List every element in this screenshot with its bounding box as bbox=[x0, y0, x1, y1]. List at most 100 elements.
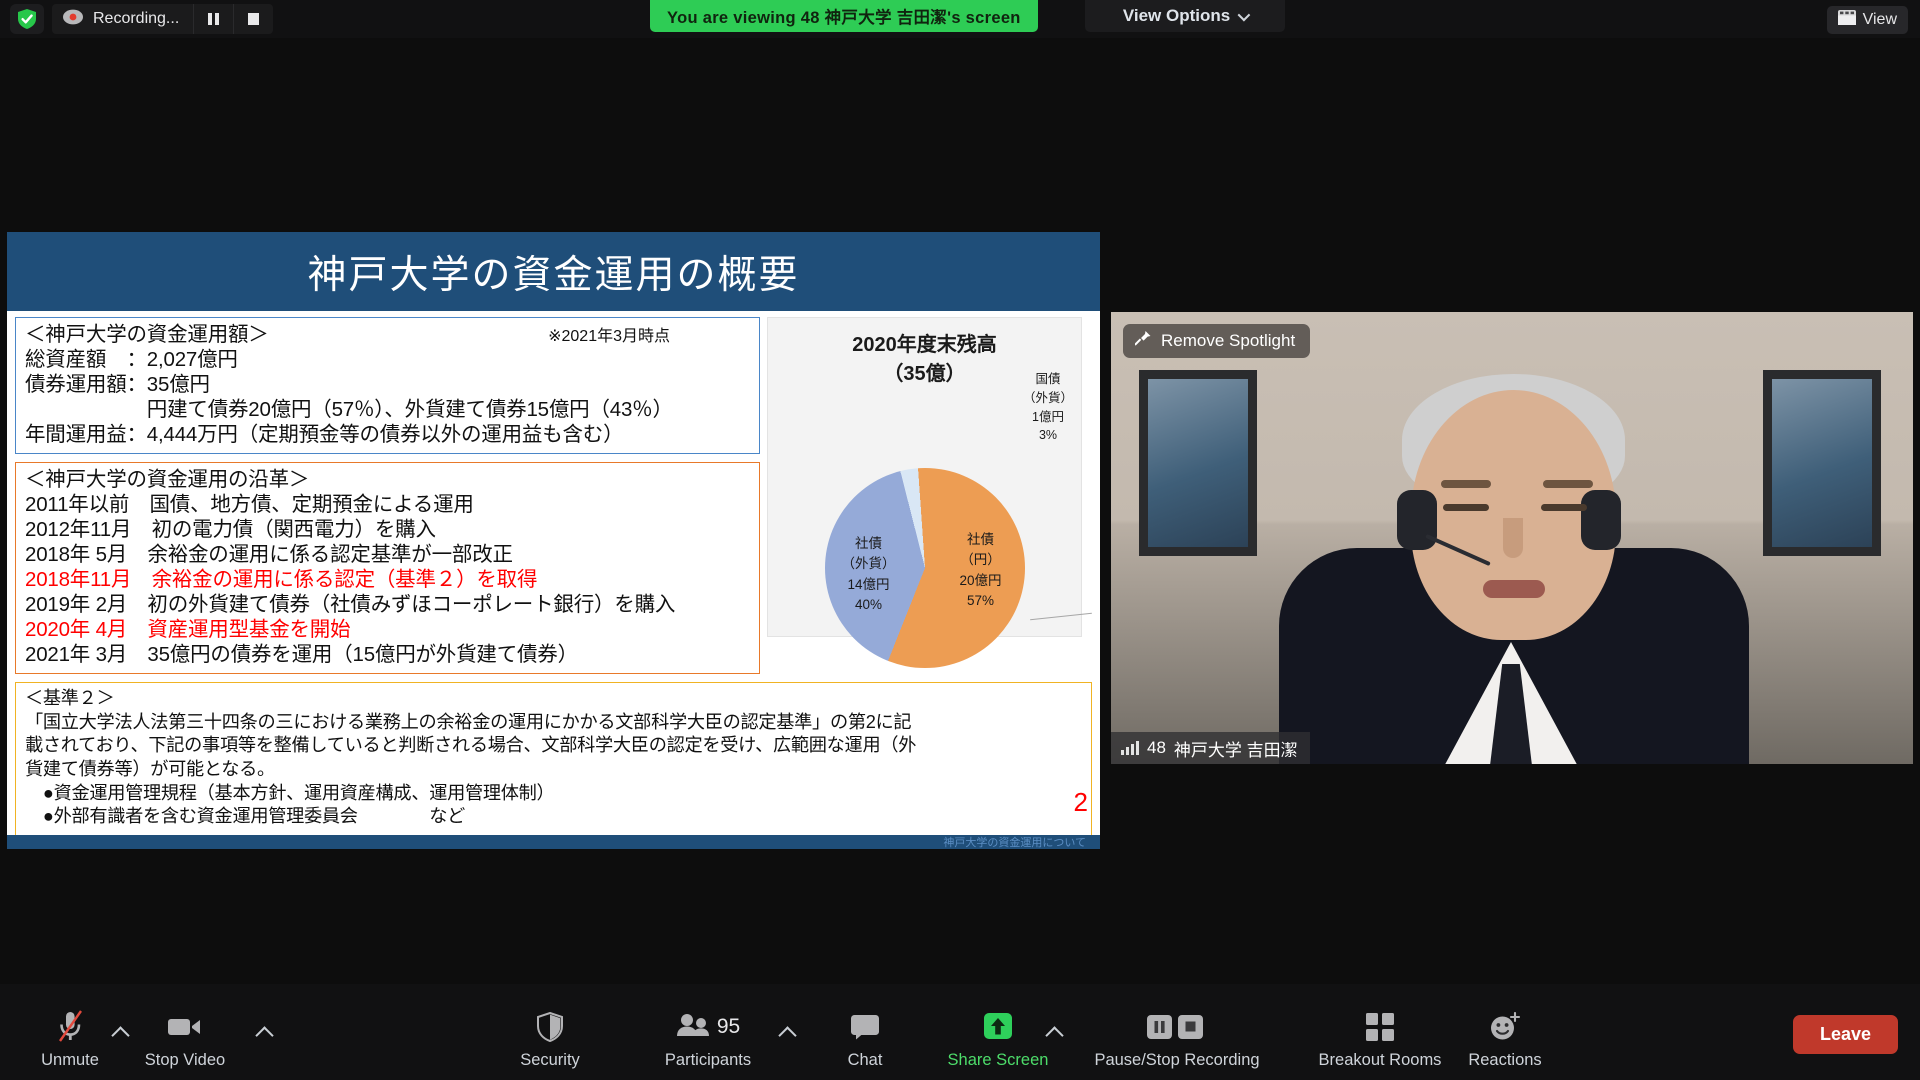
leave-button[interactable]: Leave bbox=[1792, 1015, 1898, 1054]
speaker-video-tile[interactable]: Remove Spotlight 48 神戸大学 吉田潔 bbox=[1111, 312, 1913, 764]
microphone-muted-icon bbox=[55, 1006, 85, 1048]
wall-picture-left bbox=[1139, 370, 1257, 556]
recording-dot-icon bbox=[62, 8, 84, 31]
slide-page-number: 2 bbox=[1073, 786, 1088, 817]
remove-spotlight-label: Remove Spotlight bbox=[1161, 331, 1296, 350]
wall-picture-right bbox=[1763, 370, 1881, 556]
stop-recording-button[interactable] bbox=[233, 4, 273, 34]
funding-amount-note: ※2021年3月時点 bbox=[548, 328, 670, 345]
participants-caret-icon[interactable] bbox=[778, 1026, 797, 1045]
view-options-button[interactable]: View Options bbox=[1085, 0, 1285, 32]
breakout-rooms-label: Breakout Rooms bbox=[1318, 1051, 1442, 1069]
pie-slice-label-gaika: 社債 （外貨） 14億円 40% bbox=[831, 534, 907, 615]
participant-name: 神戸大学 吉田潔 bbox=[1173, 740, 1298, 760]
shared-screen-slide[interactable]: 神戸大学の資金運用の概要 ＜神戸大学の資金運用額＞ ※2021年3月時点 総資産… bbox=[7, 232, 1100, 849]
people-icon-group: 95 bbox=[676, 1006, 740, 1048]
history-box: ＜神戸大学の資金運用の沿革＞ 2011年以前 国債、地方債、定期預金による運用 … bbox=[15, 462, 760, 674]
funding-line: 円建て債券20億円（57％）、外貨建て債券15億円（43％） bbox=[25, 398, 673, 421]
chevron-down-icon bbox=[1237, 8, 1251, 21]
reactions-button[interactable]: Reactions bbox=[1440, 1006, 1570, 1070]
history-item-highlight: 2018年11月 余裕金の運用に係る認定（基準２）を取得 bbox=[25, 568, 538, 591]
speaker-nose bbox=[1503, 518, 1523, 558]
unmute-button[interactable]: Unmute bbox=[10, 1006, 130, 1070]
stop-video-button[interactable]: Stop Video bbox=[125, 1006, 245, 1070]
video-options-caret-icon[interactable] bbox=[255, 1026, 274, 1045]
pause-stop-recording-label: Pause/Stop Recording bbox=[1094, 1051, 1260, 1069]
history-heading: ＜神戸大学の資金運用の沿革＞ bbox=[25, 468, 310, 491]
recording-label: Recording... bbox=[93, 10, 180, 27]
criteria-line: 貨建て債券等）が可能となる。 bbox=[25, 758, 275, 779]
video-camera-icon bbox=[167, 1006, 203, 1048]
shield-check-icon[interactable] bbox=[10, 4, 44, 34]
funding-line: 年間運用益：4,444万円（定期預金等の債券以外の運用益も含む） bbox=[25, 423, 624, 446]
criteria-bullet: ●資金運用管理規程（基本方針、運用資産構成、運用管理体制） bbox=[25, 782, 555, 803]
speaker-eyebrow-left bbox=[1441, 480, 1491, 488]
funding-amount-heading: ＜神戸大学の資金運用額＞ bbox=[25, 323, 269, 346]
speaker-mouth bbox=[1483, 580, 1545, 598]
slide-title: 神戸大学の資金運用の概要 bbox=[307, 253, 800, 297]
pie-label-amount: 1億円 bbox=[1032, 409, 1064, 424]
headset-right-ear bbox=[1581, 490, 1621, 550]
pie-slice-label-yen: 社債 （円） 20億円 57% bbox=[943, 530, 1019, 611]
history-item: 2018年 5月 余裕金の運用に係る認定基準が一部改正 bbox=[25, 543, 513, 566]
unmute-label: Unmute bbox=[41, 1051, 99, 1069]
breakout-rooms-button[interactable]: Breakout Rooms bbox=[1300, 1006, 1460, 1070]
view-layout-button[interactable]: View bbox=[1826, 6, 1908, 34]
pie-label-name: 国債 bbox=[1035, 372, 1061, 386]
share-screen-button[interactable]: Share Screen bbox=[938, 1006, 1058, 1070]
meeting-toolbar: Unmute Stop Video Security 95 Participan… bbox=[0, 984, 1920, 1080]
slide-title-bar: 神戸大学の資金運用の概要 bbox=[7, 232, 1100, 311]
recording-control-group: Recording... bbox=[52, 4, 274, 34]
chat-label: Chat bbox=[847, 1051, 883, 1069]
history-item: 2021年 3月 35億円の債券を運用（15億円が外貨建て債券） bbox=[25, 643, 578, 666]
pie-label-pct: 3% bbox=[1038, 428, 1058, 443]
funding-amount-box: ＜神戸大学の資金運用額＞ ※2021年3月時点 総資産額 ：2,027億円 債券… bbox=[15, 317, 760, 454]
chat-button[interactable]: Chat bbox=[805, 1006, 925, 1070]
viewing-banner: You are viewing 48 神戸大学 吉田潔's screen bbox=[650, 0, 1038, 32]
stop-video-label: Stop Video bbox=[144, 1051, 226, 1069]
criteria-line: 載されており、下記の事項等を整備していると判断される場合、文部科学大臣の認定を受… bbox=[25, 735, 917, 756]
grid-view-icon bbox=[1837, 10, 1856, 30]
share-screen-label: Share Screen bbox=[947, 1051, 1049, 1069]
slide-footer-text: 神戸大学の資金運用について bbox=[943, 837, 1086, 849]
participants-button[interactable]: 95 Participants bbox=[648, 1006, 768, 1070]
pause-stop-recording-button[interactable]: Pause/Stop Recording bbox=[1082, 1006, 1272, 1070]
funding-line: 総資産額 ：2,027億円 bbox=[25, 348, 238, 371]
participants-label: Participants bbox=[664, 1051, 752, 1069]
pie-label-name: 社債 bbox=[967, 532, 994, 547]
smiley-plus-icon bbox=[1489, 1006, 1521, 1048]
pie-label-pct: 57% bbox=[966, 592, 995, 608]
security-button[interactable]: Security bbox=[490, 1006, 610, 1070]
history-item-highlight: 2020年 4月 資産運用型基金を開始 bbox=[25, 618, 351, 641]
funding-line: 債券運用額：35億円 bbox=[25, 373, 210, 396]
grid-squares-icon bbox=[1366, 1006, 1394, 1048]
criteria-line: 「国立大学法人法第三十四条の三における業務上の余裕金の運用にかかる文部科学大臣の… bbox=[25, 711, 912, 732]
pie-graphic: 社債 （外貨） 14億円 40% 社債 （円） 20億円 57% bbox=[824, 468, 1092, 668]
history-item: 2011年以前 国債、地方債、定期預金による運用 bbox=[25, 493, 474, 516]
speaker-eye-right bbox=[1541, 504, 1587, 511]
history-item: 2019年 2月 初の外貨建て債券（社債みずほコーポレート銀行）を購入 bbox=[25, 593, 676, 616]
speaker-eye-left bbox=[1443, 504, 1489, 511]
pie-label-amount: 20億円 bbox=[959, 572, 1002, 588]
criteria-box: ＜基準２＞ 「国立大学法人法第三十四条の三における業務上の余裕金の運用にかかる文… bbox=[15, 682, 1092, 836]
reactions-label: Reactions bbox=[1468, 1051, 1542, 1069]
leave-label: Leave bbox=[1819, 1024, 1871, 1044]
participants-count: 95 bbox=[716, 1015, 741, 1038]
history-item: 2012年11月 初の電力債（関西電力）を購入 bbox=[25, 518, 436, 541]
signal-bars-icon bbox=[1121, 741, 1139, 755]
pie-label-name: 社債 bbox=[855, 536, 882, 551]
pie-slice-label-kokusai: 国債 （外貨） 1億円 3% bbox=[1023, 370, 1073, 445]
pie-label-amount: 14億円 bbox=[847, 576, 890, 592]
slide-body: ＜神戸大学の資金運用額＞ ※2021年3月時点 総資産額 ：2,027億円 債券… bbox=[7, 311, 1100, 836]
pause-stop-icon bbox=[1147, 1006, 1207, 1048]
security-label: Security bbox=[520, 1051, 580, 1069]
remove-spotlight-button[interactable]: Remove Spotlight bbox=[1123, 324, 1311, 358]
pie-label-sub: （外貨） bbox=[841, 556, 896, 572]
pie-label-pct: 40% bbox=[854, 596, 883, 612]
recording-status: Recording... bbox=[52, 4, 193, 34]
shield-icon bbox=[537, 1006, 563, 1048]
pin-icon bbox=[1134, 330, 1152, 353]
pause-recording-button[interactable] bbox=[193, 4, 233, 34]
participant-name-tag: 48 神戸大学 吉田潔 bbox=[1111, 732, 1310, 764]
people-icon bbox=[676, 1013, 710, 1042]
